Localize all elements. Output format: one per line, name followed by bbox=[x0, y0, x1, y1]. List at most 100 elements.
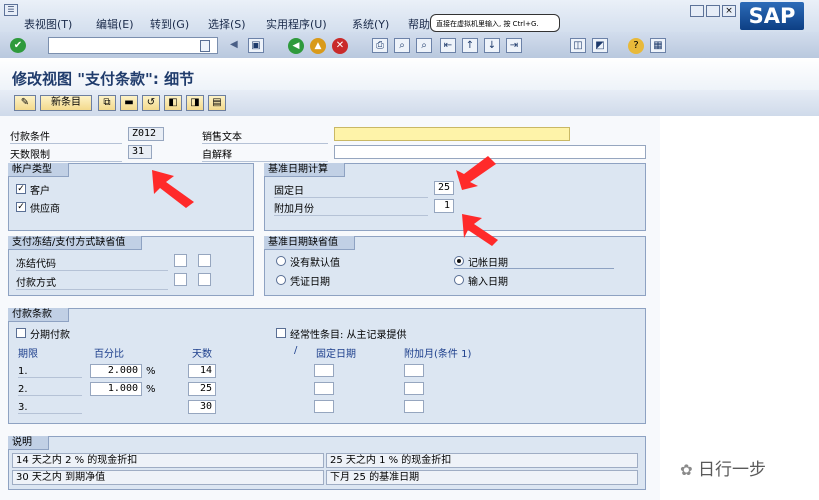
minimize-icon[interactable] bbox=[690, 5, 704, 17]
payment-terms-field: Z012 bbox=[128, 127, 164, 141]
menu-goto[interactable]: 转到(G) bbox=[150, 16, 189, 32]
shortcut-icon[interactable]: ◩ bbox=[592, 38, 608, 53]
col-days-header: 天数 bbox=[192, 349, 212, 360]
menu-select[interactable]: 选择(S) bbox=[208, 16, 246, 32]
enter-icon[interactable]: ✔ bbox=[10, 38, 26, 53]
explanation-label: 自解释 bbox=[202, 146, 328, 162]
command-field[interactable] bbox=[48, 37, 218, 54]
select-all-icon[interactable]: ▤ bbox=[208, 95, 226, 111]
payment-method-field-2[interactable] bbox=[198, 273, 211, 286]
page-title: 修改视图 "支付条款": 细节 bbox=[12, 70, 195, 88]
posting-date-radio[interactable] bbox=[454, 256, 464, 266]
layout-menu-icon[interactable]: ▦ bbox=[650, 38, 666, 53]
installment-checkbox[interactable] bbox=[16, 328, 26, 338]
document-date-label: 凭证日期 bbox=[290, 277, 330, 288]
term-row-2-days[interactable]: 25 bbox=[188, 382, 216, 396]
previous-entry-icon[interactable]: ◧ bbox=[164, 95, 182, 111]
find-next-icon[interactable]: ⌕ bbox=[416, 38, 432, 53]
payment-terms-title: 付款条款 bbox=[8, 308, 69, 322]
block-key-label: 冻结代码 bbox=[16, 255, 168, 271]
explanation-title: 说明 bbox=[8, 436, 49, 450]
payment-method-field[interactable] bbox=[174, 273, 187, 286]
term-row-2-add-month[interactable] bbox=[404, 382, 424, 395]
menu-table-view[interactable]: 表视图(T) bbox=[24, 16, 72, 32]
baseline-calc-title: 基准日期计算 bbox=[264, 163, 345, 177]
cancel-icon[interactable]: ✕ bbox=[332, 38, 348, 54]
document-date-radio[interactable] bbox=[276, 275, 286, 285]
explanation-line-1: 14 天之内 2 % 的现金折扣 bbox=[12, 453, 324, 468]
fixed-day-label: 固定日 bbox=[274, 182, 428, 198]
wechat-icon: ✿ bbox=[680, 461, 693, 479]
term-row-3-fixed-day[interactable] bbox=[314, 400, 334, 413]
last-page-icon[interactable]: ⇥ bbox=[506, 38, 522, 53]
term-row-3-label: 3. bbox=[18, 402, 82, 414]
entry-date-label: 输入日期 bbox=[468, 277, 508, 288]
col-slash-header: / bbox=[294, 345, 298, 356]
term-row-1-fixed-day[interactable] bbox=[314, 364, 334, 377]
term-row-1-percent[interactable]: 2.000 bbox=[90, 364, 142, 378]
menu-utilities[interactable]: 实用程序(U) bbox=[266, 16, 327, 32]
no-default-label: 没有默认值 bbox=[290, 258, 340, 269]
block-key-field[interactable] bbox=[174, 254, 187, 267]
explanation-line-4: 下月 25 的基准日期 bbox=[326, 470, 638, 485]
add-months-field[interactable]: 1 bbox=[434, 199, 454, 213]
col-add-month-header: 附加月(条件 1) bbox=[404, 349, 472, 360]
create-session-icon[interactable]: ◫ bbox=[570, 38, 586, 53]
save-icon[interactable]: ▣ bbox=[248, 38, 264, 53]
undo-icon[interactable]: ↺ bbox=[142, 95, 160, 111]
customer-checkbox[interactable]: ✓ bbox=[16, 184, 26, 194]
term-row-1-days[interactable]: 14 bbox=[188, 364, 216, 378]
exit-icon[interactable]: ▲ bbox=[310, 38, 326, 54]
help-icon[interactable]: ? bbox=[628, 38, 644, 54]
delete-icon[interactable]: ▬ bbox=[120, 95, 138, 111]
recurring-checkbox[interactable] bbox=[276, 328, 286, 338]
day-limit-label: 天数限制 bbox=[10, 146, 122, 162]
first-page-icon[interactable]: ⇤ bbox=[440, 38, 456, 53]
menu-system[interactable]: 系统(Y) bbox=[352, 16, 389, 32]
term-row-2-fixed-day[interactable] bbox=[314, 382, 334, 395]
term-row-2-percent[interactable]: 1.000 bbox=[90, 382, 142, 396]
back-icon[interactable]: ◀ bbox=[288, 38, 304, 54]
watermark-text: 日行一步 bbox=[697, 460, 766, 480]
vendor-checkbox[interactable]: ✓ bbox=[16, 202, 26, 212]
tooltip: 直接在虚拟机里输入, 按 Ctrl+G. bbox=[430, 14, 560, 32]
term-row-2-unit: % bbox=[146, 384, 156, 395]
posting-date-label: 记帐日期 bbox=[468, 258, 508, 269]
baseline-defaults-title: 基准日期缺省值 bbox=[264, 236, 355, 250]
annotation-arrow-day-limit bbox=[152, 170, 194, 208]
term-row-3-add-month[interactable] bbox=[404, 400, 424, 413]
next-entry-icon[interactable]: ◨ bbox=[186, 95, 204, 111]
customer-label: 客户 bbox=[30, 186, 50, 197]
term-row-1-unit: % bbox=[146, 366, 156, 377]
close-icon[interactable]: × bbox=[722, 5, 736, 17]
history-back-icon[interactable]: ◀ bbox=[230, 39, 238, 50]
maximize-icon[interactable] bbox=[706, 5, 720, 17]
term-row-3-days[interactable]: 30 bbox=[188, 400, 216, 414]
command-dropdown-icon[interactable] bbox=[200, 40, 210, 52]
col-term-header: 期限 bbox=[18, 349, 38, 360]
print-icon[interactable]: ⎙ bbox=[372, 38, 388, 53]
find-icon[interactable]: ⌕ bbox=[394, 38, 410, 53]
system-menu-icon[interactable]: ☰ bbox=[4, 4, 18, 16]
menu-edit[interactable]: 编辑(E) bbox=[96, 16, 134, 32]
no-default-radio[interactable] bbox=[276, 256, 286, 266]
new-entries-button[interactable]: 新条目 bbox=[40, 95, 92, 111]
fixed-day-field[interactable]: 25 bbox=[434, 181, 454, 195]
term-row-1-label: 1. bbox=[18, 366, 82, 378]
previous-page-icon[interactable]: ↑ bbox=[462, 38, 478, 53]
watermark: ✿ 日行一步 bbox=[680, 455, 766, 480]
term-row-2-label: 2. bbox=[18, 384, 82, 396]
entry-date-radio[interactable] bbox=[454, 275, 464, 285]
next-page-icon[interactable]: ↓ bbox=[484, 38, 500, 53]
add-months-label: 附加月份 bbox=[274, 200, 428, 216]
sales-text-field[interactable] bbox=[334, 127, 570, 141]
recurring-label: 经常性条目: 从主记录提供 bbox=[290, 330, 407, 341]
menu-help[interactable]: 帮助 bbox=[408, 16, 430, 32]
explanation-line-3: 30 天之内 到期净值 bbox=[12, 470, 324, 485]
divider bbox=[454, 268, 614, 269]
display-change-icon[interactable]: ✎ bbox=[14, 95, 36, 111]
copy-icon[interactable]: ⧉ bbox=[98, 95, 116, 111]
payment-method-label: 付款方式 bbox=[16, 274, 168, 290]
term-row-1-add-month[interactable] bbox=[404, 364, 424, 377]
block-key-field-2[interactable] bbox=[198, 254, 211, 267]
